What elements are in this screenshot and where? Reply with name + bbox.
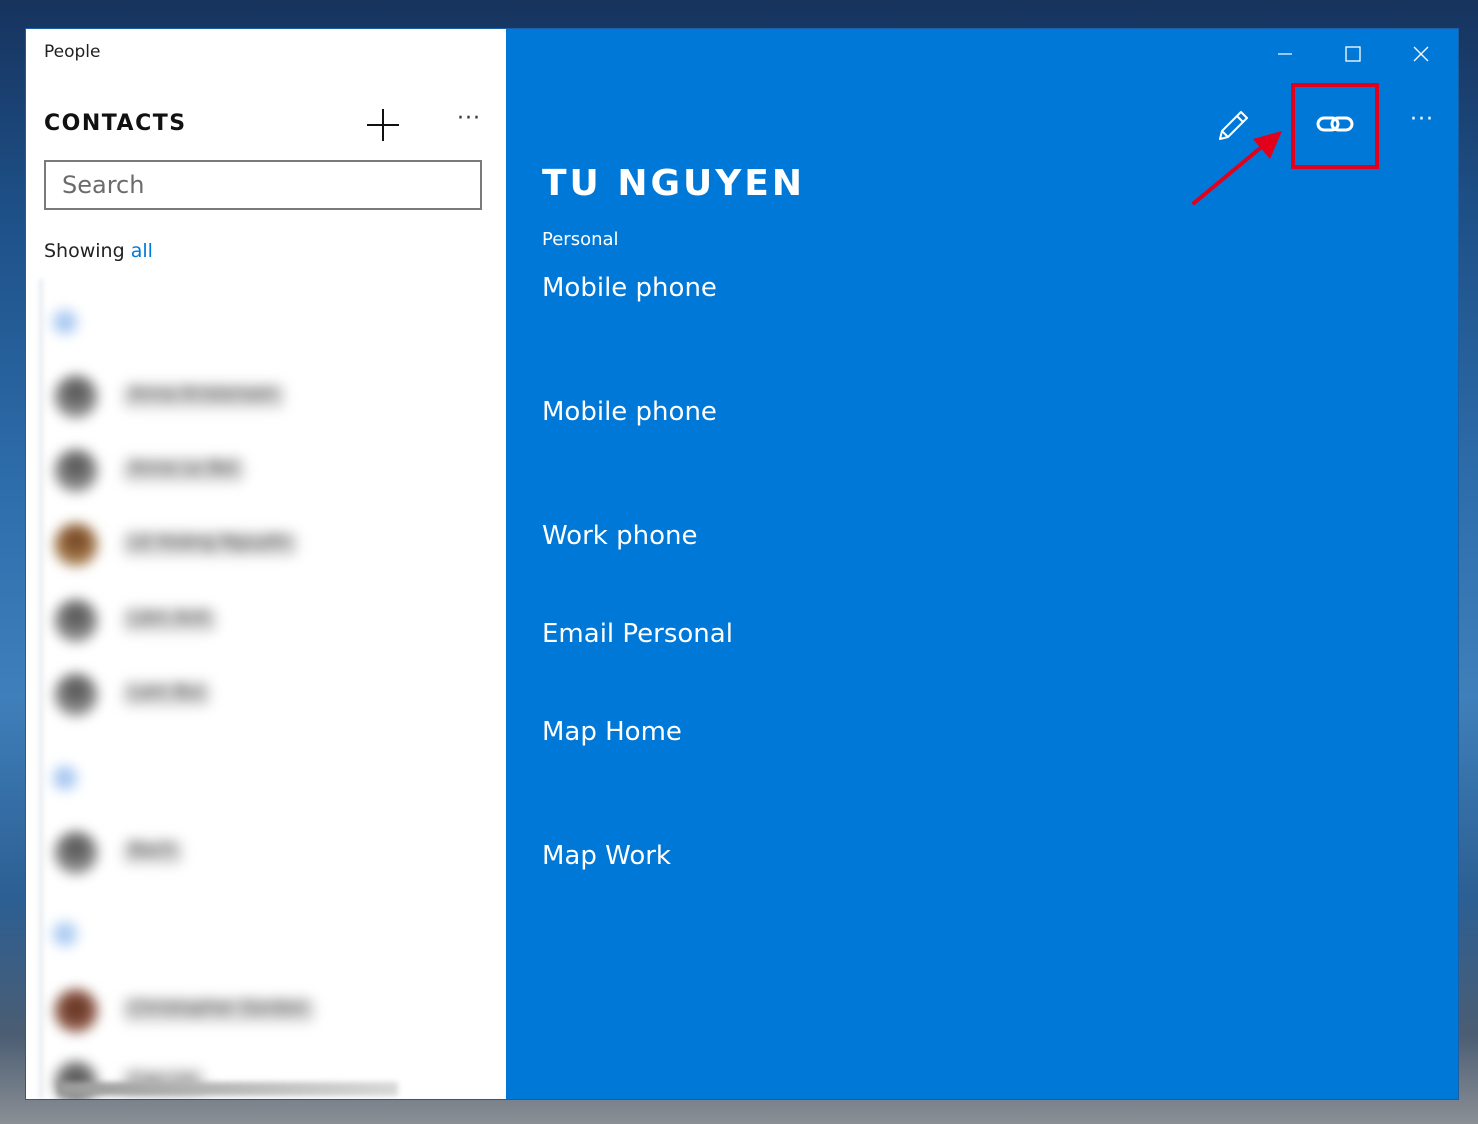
showing-filter: Showing all <box>44 240 153 262</box>
contact-name: Bach <box>122 839 183 865</box>
group-header[interactable]: c <box>52 921 78 947</box>
work-phone-field[interactable]: Work phone <box>542 521 697 551</box>
section-label: Personal <box>542 229 619 250</box>
group-header[interactable]: b <box>52 765 78 791</box>
avatar <box>54 375 98 419</box>
list-item[interactable]: Anna Kristensen <box>54 371 474 421</box>
contact-details-pane: ··· TU NGUYEN Personal Mobile phone Mobi… <box>506 29 1458 1099</box>
list-item[interactable]: Lam Bui <box>54 669 474 719</box>
group-header[interactable]: a <box>52 309 78 335</box>
showing-filter-link[interactable]: all <box>131 240 153 262</box>
avatar <box>54 449 98 493</box>
minimize-button[interactable] <box>1262 37 1308 71</box>
contacts-pane: People CONTACTS ··· Showing all a An <box>26 29 506 1099</box>
email-personal-field[interactable]: Email Personal <box>542 619 733 649</box>
close-icon <box>1413 46 1429 62</box>
add-contact-button[interactable] <box>364 106 402 144</box>
list-edge <box>38 279 44 1099</box>
contact-name: Lam Bui <box>122 681 212 707</box>
maximize-icon <box>1345 46 1361 62</box>
map-home-field[interactable]: Map Home <box>542 717 682 747</box>
search-input[interactable] <box>46 162 480 208</box>
list-item[interactable]: Lâm Anh <box>54 595 474 645</box>
avatar <box>54 831 98 875</box>
minimize-icon <box>1278 53 1292 55</box>
app-title: People <box>44 42 101 62</box>
maximize-button[interactable] <box>1330 37 1376 71</box>
contact-more-button[interactable]: ··· <box>1406 109 1438 137</box>
mobile-phone-field-2[interactable]: Mobile phone <box>542 397 717 427</box>
avatar <box>54 599 98 643</box>
contact-name: Anna Kristensen <box>122 383 285 409</box>
ellipsis-icon: ··· <box>457 106 481 131</box>
close-button[interactable] <box>1398 37 1444 71</box>
list-item[interactable]: Lê Hoàng Nguyên <box>54 519 474 569</box>
avatar <box>54 673 98 717</box>
list-item[interactable]: Anna Le Bel <box>54 445 474 495</box>
contacts-heading: CONTACTS <box>44 111 187 136</box>
contact-name: Lâm Anh <box>122 607 218 633</box>
contact-name: Christopher Gordon <box>122 997 315 1023</box>
contact-name-heading: TU NGUYEN <box>542 163 806 204</box>
showing-prefix: Showing <box>44 240 125 262</box>
contact-list[interactable]: a Anna Kristensen Anna Le Bel Lê Hoàng N… <box>38 279 498 1099</box>
map-work-field[interactable]: Map Work <box>542 841 671 871</box>
plus-icon <box>367 109 399 141</box>
list-item[interactable]: Christopher Gordon <box>54 985 474 1035</box>
people-window: People CONTACTS ··· Showing all a An <box>26 29 1458 1099</box>
avatar <box>54 989 98 1033</box>
annotation-arrow-icon <box>1192 131 1282 205</box>
ellipsis-icon: ··· <box>1410 107 1434 132</box>
contacts-more-button[interactable]: ··· <box>454 106 484 139</box>
link-icon <box>1316 116 1354 132</box>
contact-name: Lê Hoàng Nguyên <box>122 531 299 557</box>
contact-name: Anna Le Bel <box>122 457 245 483</box>
list-scroll-fade <box>58 1082 398 1096</box>
list-item[interactable]: Bach <box>54 827 474 877</box>
avatar <box>54 523 98 567</box>
search-box[interactable] <box>44 160 482 210</box>
mobile-phone-field[interactable]: Mobile phone <box>542 273 717 303</box>
